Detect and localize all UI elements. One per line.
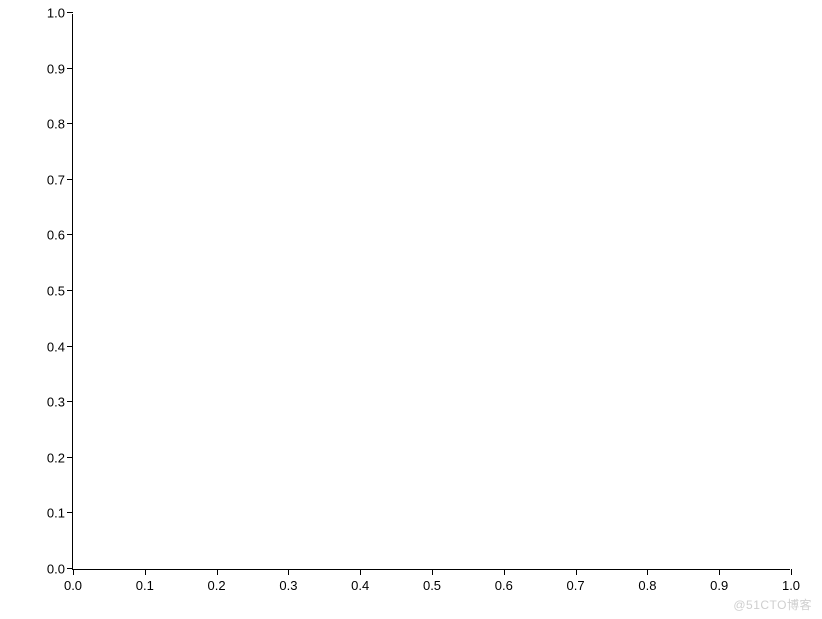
x-tick [791, 569, 792, 575]
y-tick-label: 0.1 [39, 506, 65, 521]
x-tick-label: 0.7 [567, 578, 585, 593]
y-tick-label: 0.2 [39, 450, 65, 465]
x-tick-label: 0.8 [638, 578, 656, 593]
x-tick-label: 0.9 [710, 578, 728, 593]
y-tick [67, 123, 73, 124]
y-tick-label: 1.0 [39, 6, 65, 21]
x-tick-label: 0.3 [279, 578, 297, 593]
y-tick [67, 12, 73, 13]
watermark-text: @51CTO博客 [733, 596, 812, 613]
x-tick [288, 569, 289, 575]
x-tick [73, 569, 74, 575]
y-tick-label: 0.5 [39, 284, 65, 299]
y-tick [67, 568, 73, 569]
x-tick [145, 569, 146, 575]
y-tick [67, 179, 73, 180]
y-tick-label: 0.0 [39, 562, 65, 577]
y-tick-label: 0.4 [39, 339, 65, 354]
x-tick [719, 569, 720, 575]
x-tick [432, 569, 433, 575]
chart-container: 0.0 0.1 0.2 0.3 0.4 0.5 0.6 0.7 0.8 0.9 1.0 0.0 0.1 0… [0, 0, 822, 619]
y-tick [67, 290, 73, 291]
x-tick-label: 0.0 [64, 578, 82, 593]
y-tick [67, 512, 73, 513]
x-tick [576, 569, 577, 575]
y-tick-label: 0.6 [39, 228, 65, 243]
x-tick-label: 0.4 [351, 578, 369, 593]
y-tick [67, 68, 73, 69]
y-tick [67, 346, 73, 347]
y-tick [67, 234, 73, 235]
y-tick-label: 0.8 [39, 117, 65, 132]
x-tick-label: 0.1 [136, 578, 154, 593]
y-tick-label: 0.7 [39, 172, 65, 187]
x-tick-label: 0.2 [208, 578, 226, 593]
y-tick [67, 457, 73, 458]
x-tick-label: 0.6 [495, 578, 513, 593]
x-tick-label: 0.5 [423, 578, 441, 593]
y-tick-label: 0.3 [39, 395, 65, 410]
x-tick [647, 569, 648, 575]
y-tick-label: 0.9 [39, 61, 65, 76]
x-tick [504, 569, 505, 575]
x-tick-label: 1.0 [782, 578, 800, 593]
x-tick [360, 569, 361, 575]
plot-area: 0.00.10.20.30.40.50.60.70.80.91.00.00.10… [72, 14, 790, 570]
y-tick [67, 401, 73, 402]
x-tick [217, 569, 218, 575]
